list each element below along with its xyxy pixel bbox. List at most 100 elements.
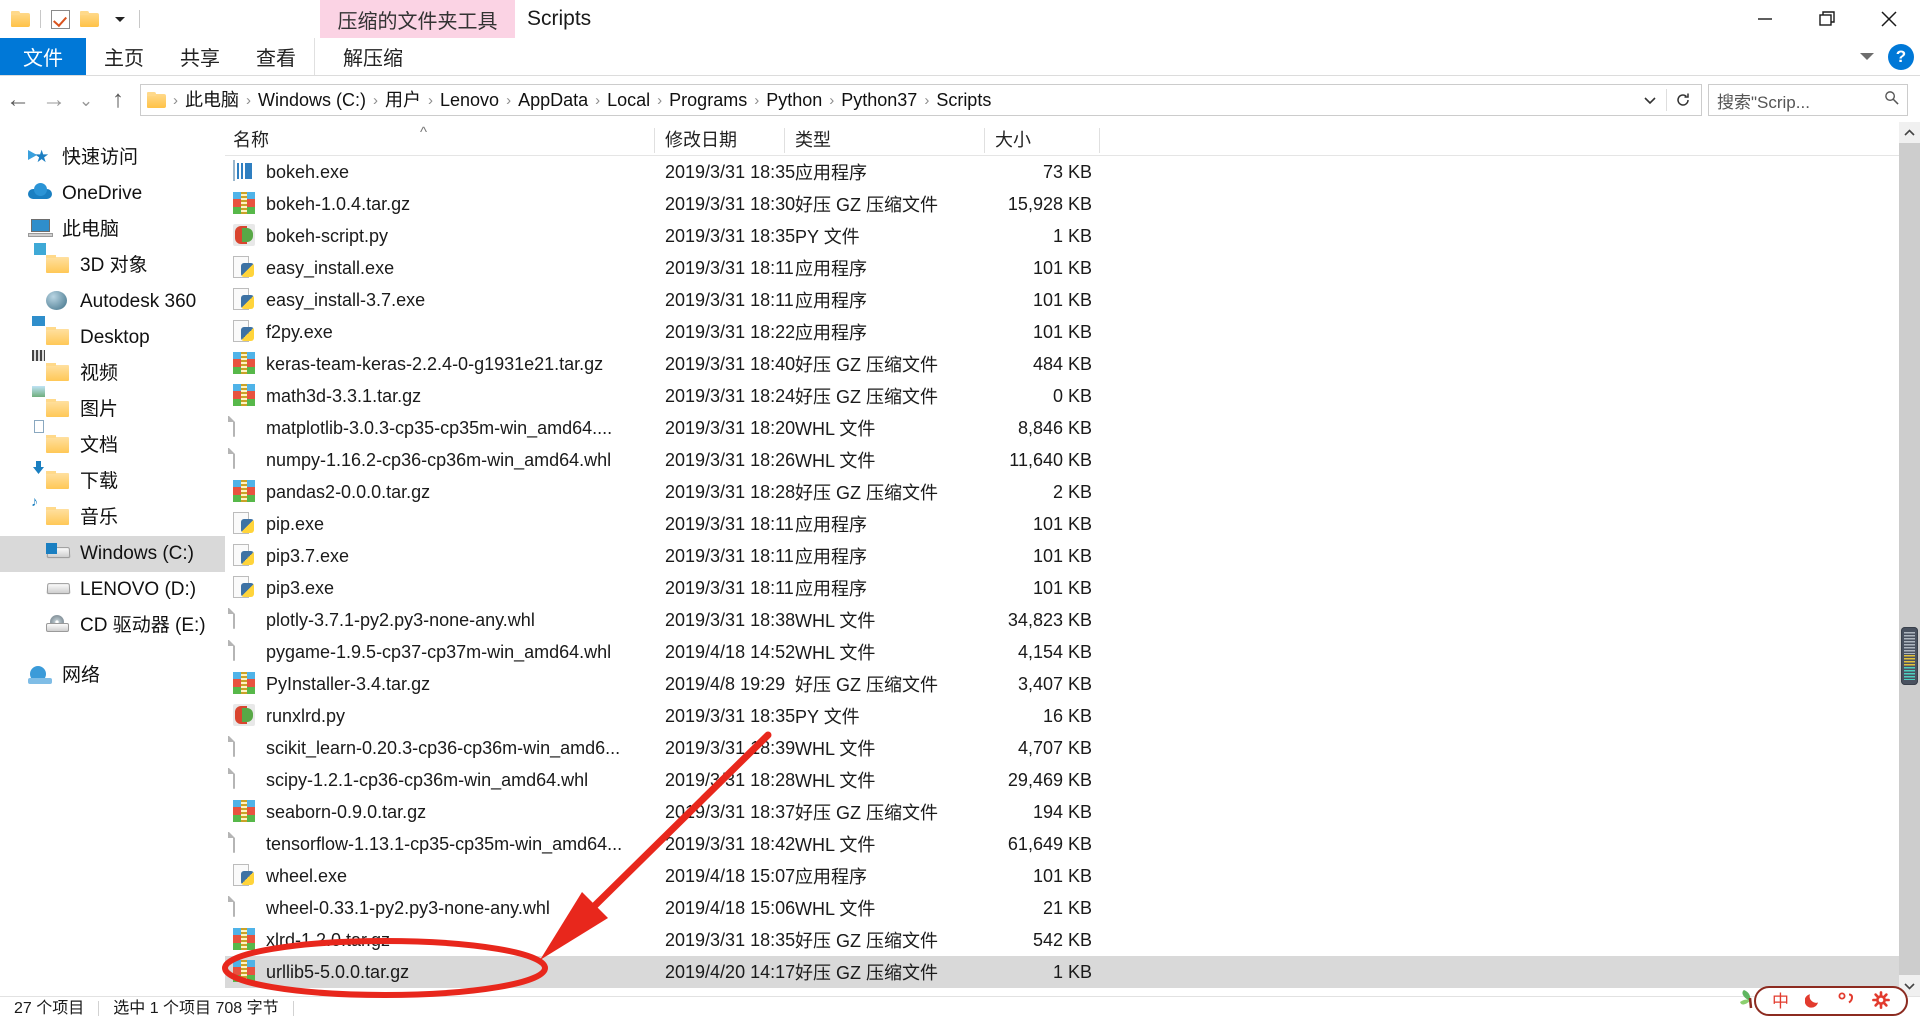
table-row[interactable]: seaborn-0.9.0.tar.gz 2019/3/31 18:37 好压 GZ…: [225, 796, 1920, 828]
tab-home[interactable]: 主页: [86, 38, 162, 75]
breadcrumb-item-programs[interactable]: Programs: [664, 85, 752, 115]
vertical-scrollbar[interactable]: [1899, 122, 1920, 996]
cell-type: WHL 文件: [795, 451, 876, 471]
refresh-icon[interactable]: [1669, 86, 1697, 114]
cell-size: 3,407 KB: [1017, 673, 1092, 694]
table-row[interactable]: pip.exe 2019/3/31 18:11 应用程序 101 KB: [225, 508, 1920, 540]
column-header-name[interactable]: 名称 ^: [225, 124, 655, 155]
table-row[interactable]: bokeh.exe 2019/3/31 18:35 应用程序 73 KB: [225, 156, 1920, 188]
table-row[interactable]: xlrd-1.2.0.tar.gz 2019/3/31 18:35 好压 GZ 压缩…: [225, 924, 1920, 956]
address-bar-row: ← → ⌄ ↑ › 此电脑 › Windows (C:) › 用户 › Leno…: [0, 78, 1920, 122]
back-button[interactable]: ←: [0, 82, 36, 118]
breadcrumb-item-lenovo[interactable]: Lenovo: [435, 85, 504, 115]
whl-icon: [233, 736, 257, 760]
folder-icon[interactable]: [6, 4, 36, 34]
cell-date-modified: 2019/4/18 14:52: [665, 641, 796, 662]
table-row[interactable]: f2py.exe 2019/3/31 18:22 应用程序 101 KB: [225, 316, 1920, 348]
sidebar-item-autodesk-360[interactable]: Autodesk 360: [0, 284, 225, 320]
table-row[interactable]: bokeh-1.0.4.tar.gz 2019/3/31 18:30 好压 GZ 压…: [225, 188, 1920, 220]
breadcrumb-item-windows-c[interactable]: Windows (C:): [253, 85, 371, 115]
scroll-up-button[interactable]: [1899, 122, 1920, 143]
breadcrumb-item-local[interactable]: Local: [602, 85, 655, 115]
cell-type: 应用程序: [795, 163, 867, 183]
customize-dropdown-icon[interactable]: [105, 4, 135, 34]
breadcrumb-item-python37[interactable]: Python37: [836, 85, 922, 115]
recent-locations-button[interactable]: ⌄: [72, 82, 100, 118]
contextual-tab-header: 压缩的文件夹工具: [320, 0, 515, 38]
moon-icon[interactable]: [1804, 991, 1822, 1011]
sidebar-item-quick-access[interactable]: ★ 快速访问: [0, 140, 225, 176]
table-row[interactable]: keras-team-keras-2.2.4-0-g1931e21.tar.gz…: [225, 348, 1920, 380]
minimize-button[interactable]: [1734, 0, 1796, 38]
search-input[interactable]: 搜索"Scrip...: [1708, 84, 1908, 116]
table-row[interactable]: runxlrd.py 2019/3/31 18:35 PY 文件 16 KB: [225, 700, 1920, 732]
breadcrumb-item-appdata[interactable]: AppData: [513, 85, 593, 115]
table-row[interactable]: pip3.7.exe 2019/3/31 18:11 应用程序 101 KB: [225, 540, 1920, 572]
sidebar-item-cd-drive-e[interactable]: CD 驱动器 (E:): [0, 608, 225, 644]
sidebar-item-onedrive[interactable]: OneDrive: [0, 176, 225, 212]
tab-file[interactable]: 文件: [0, 38, 86, 75]
new-folder-icon[interactable]: [75, 4, 105, 34]
table-row[interactable]: plotly-3.7.1-py2.py3-none-any.whl 2019/3/…: [225, 604, 1920, 636]
table-row[interactable]: numpy-1.16.2-cp36-cp36m-win_amd64.whl 201…: [225, 444, 1920, 476]
column-header-size[interactable]: 大小: [985, 126, 1100, 155]
settings-gear-icon[interactable]: [1872, 990, 1890, 1012]
close-button[interactable]: [1858, 0, 1920, 38]
punctuation-icon[interactable]: [1838, 991, 1856, 1011]
divider: [292, 1001, 294, 1016]
folder-desktop-icon: [32, 316, 72, 349]
table-row[interactable]: wheel.exe 2019/4/18 15:07 应用程序 101 KB: [225, 860, 1920, 892]
cell-date-modified: 2019/3/31 18:42: [665, 833, 796, 854]
table-row[interactable]: pip3.exe 2019/3/31 18:11 应用程序 101 KB: [225, 572, 1920, 604]
table-row[interactable]: scipy-1.2.1-cp36-cp36m-win_amd64.whl 2019…: [225, 764, 1920, 796]
collapse-ribbon-button[interactable]: [1860, 53, 1874, 60]
cell-date-modified: 2019/3/31 18:35: [665, 225, 796, 246]
ime-chinese-mode-icon[interactable]: 中: [1772, 993, 1789, 1010]
column-divider[interactable]: [1099, 128, 1100, 153]
sidebar-item-label: CD 驱动器 (E:): [80, 615, 206, 636]
ime-toolbar: 中: [1738, 984, 1908, 1018]
cell-name: f2py.exe: [225, 320, 655, 344]
sidebar-item-windows-c[interactable]: Windows (C:): [0, 536, 225, 572]
properties-checkbox-icon[interactable]: [45, 4, 75, 34]
table-row[interactable]: pygame-1.9.5-cp37-cp37m-win_amd64.whl 201…: [225, 636, 1920, 668]
address-dropdown-icon[interactable]: [1636, 86, 1664, 114]
table-row[interactable]: easy_install-3.7.exe 2019/3/31 18:11 应用程序 1…: [225, 284, 1920, 316]
scrollbar-thumb[interactable]: [1901, 627, 1918, 685]
cell-date-modified: 2019/3/31 18:11: [665, 513, 794, 534]
sidebar-item-3d-objects[interactable]: 3D 对象: [0, 243, 225, 284]
tab-extract[interactable]: 解压缩: [314, 38, 431, 75]
sidebar-item-lenovo-d[interactable]: LENOVO (D:): [0, 572, 225, 608]
breadcrumb-item-users[interactable]: 用户: [380, 85, 426, 115]
table-row[interactable]: matplotlib-3.0.3-cp35-cp35m-win_amd64...…: [225, 412, 1920, 444]
table-row[interactable]: PyInstaller-3.4.tar.gz 2019/4/8 19:29 好压 G…: [225, 668, 1920, 700]
table-row[interactable]: math3d-3.3.1.tar.gz 2019/3/31 18:24 好压 GZ …: [225, 380, 1920, 412]
sogou-leaf-icon[interactable]: [1738, 988, 1758, 1014]
breadcrumb-item-this-pc[interactable]: 此电脑: [180, 85, 244, 115]
tab-share[interactable]: 共享: [162, 38, 238, 75]
forward-button[interactable]: →: [36, 82, 72, 118]
table-row[interactable]: scikit_learn-0.20.3-cp36-cp36m-win_amd6.…: [225, 732, 1920, 764]
cell-size: 73 KB: [1042, 161, 1092, 182]
address-box[interactable]: › 此电脑 › Windows (C:) › 用户 › Lenovo › App…: [140, 84, 1702, 116]
table-row[interactable]: easy_install.exe 2019/3/31 18:11 应用程序 101 K…: [225, 252, 1920, 284]
file-name-label: pip.exe: [266, 513, 325, 534]
sidebar-item-network[interactable]: 网络: [0, 658, 225, 694]
maximize-button[interactable]: [1796, 0, 1858, 38]
thumb-decoration: [1904, 667, 1915, 680]
help-icon[interactable]: ?: [1888, 43, 1914, 70]
table-row[interactable]: wheel-0.33.1-py2.py3-none-any.whl 2019/4/…: [225, 892, 1920, 924]
scrollbar-track[interactable]: [1899, 143, 1920, 975]
breadcrumb-item-scripts[interactable]: Scripts: [931, 85, 996, 115]
column-header-date-modified[interactable]: 修改日期: [655, 126, 785, 155]
table-row[interactable]: urllib5-5.0.0.tar.gz 2019/4/20 14:17 好压 GZ…: [225, 956, 1920, 988]
table-row[interactable]: tensorflow-1.13.1-cp35-cp35m-win_amd64..…: [225, 828, 1920, 860]
breadcrumb: › 此电脑 › Windows (C:) › 用户 › Lenovo › App…: [145, 85, 1636, 115]
up-button[interactable]: ↑: [100, 82, 136, 118]
tab-view[interactable]: 查看: [238, 38, 314, 75]
column-header-type[interactable]: 类型: [785, 126, 985, 155]
breadcrumb-item-python[interactable]: Python: [761, 85, 827, 115]
table-row[interactable]: pandas2-0.0.0.tar.gz 2019/3/31 18:28 好压 GZ…: [225, 476, 1920, 508]
table-row[interactable]: bokeh-script.py 2019/3/31 18:35 PY 文件 1 KB: [225, 220, 1920, 252]
sidebar-item-music[interactable]: ♪ 音乐: [0, 494, 225, 536]
